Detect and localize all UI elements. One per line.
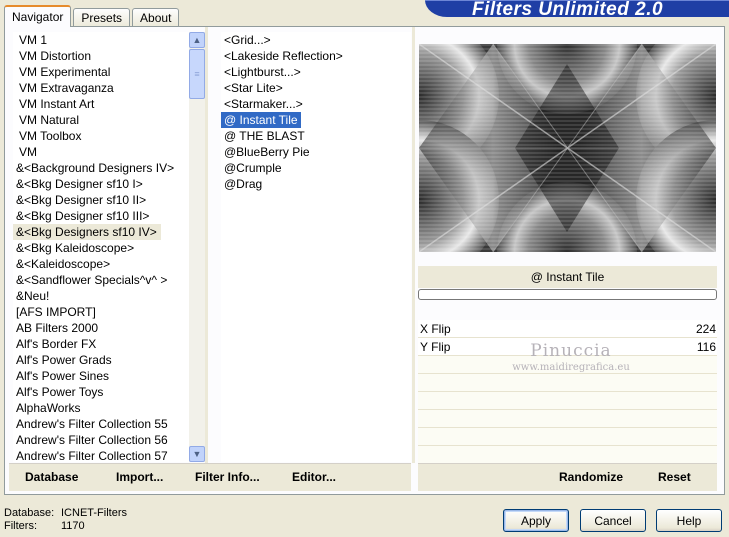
cancel-button[interactable]: Cancel	[580, 509, 646, 532]
filters-label: Filters:	[4, 520, 37, 532]
param-button-strip: Randomize Reset	[418, 463, 717, 491]
category-item[interactable]: &<Bkg Kaleidoscope>	[13, 240, 189, 256]
scroll-up-icon[interactable]: ▲	[189, 32, 205, 48]
panel-divider	[205, 27, 208, 463]
progress-bar	[418, 289, 717, 300]
category-item[interactable]: &<Sandflower Specials^v^ >	[13, 272, 189, 288]
filter-item[interactable]: @ Instant Tile	[221, 112, 301, 128]
scrollbar-thumb[interactable]: ≡	[189, 49, 205, 99]
filter-item[interactable]: @BlueBerry Pie	[221, 144, 411, 160]
category-item[interactable]: VM Instant Art	[13, 96, 189, 112]
tab-about[interactable]: About	[132, 8, 180, 27]
category-item[interactable]: VM Natural	[13, 112, 189, 128]
param-slot-empty	[418, 410, 717, 428]
selected-filter-name: @ Instant Tile	[418, 266, 717, 288]
app-title-banner: Filters Unlimited 2.0	[425, 0, 729, 17]
category-item[interactable]: [AFS IMPORT]	[13, 304, 189, 320]
parameter-panel[interactable]: X Flip 224 Y Flip 116	[418, 320, 717, 464]
category-item[interactable]: &<Bkg Designer sf10 III>	[13, 208, 189, 224]
category-item[interactable]: AlphaWorks	[13, 400, 189, 416]
category-item[interactable]: VM Toolbox	[13, 128, 189, 144]
category-item[interactable]: Alf's Power Grads	[13, 352, 189, 368]
category-item[interactable]: VM	[13, 144, 189, 160]
tab-presets[interactable]: Presets	[73, 8, 131, 27]
reset-button[interactable]: Reset	[658, 470, 691, 484]
category-item[interactable]: &<Background Designers IV>	[13, 160, 189, 176]
category-item[interactable]: VM Distortion	[13, 48, 189, 64]
filter-item[interactable]: <Lightburst...>	[221, 64, 411, 80]
param-y-flip[interactable]: Y Flip 116	[418, 338, 717, 356]
database-button[interactable]: Database	[25, 470, 78, 484]
category-item[interactable]: Alf's Border FX	[13, 336, 189, 352]
database-label: Database:	[4, 507, 55, 519]
import-button[interactable]: Import...	[116, 470, 163, 484]
filters-count: 1170	[61, 520, 85, 532]
category-item[interactable]: &<Bkg Designer sf10 II>	[13, 192, 189, 208]
filter-item[interactable]: @Crumple	[221, 160, 411, 176]
database-value: ICNET-Filters	[61, 507, 127, 519]
category-item[interactable]: &Neu!	[13, 288, 189, 304]
status-info: Database: ICNET-Filters Filters: 1170	[4, 507, 127, 533]
filter-list[interactable]: <Grid...> <Lakeside Reflection> <Lightburs…	[221, 32, 411, 462]
category-list[interactable]: VM 1 VM Distortion VM Experimental VM Extra…	[13, 32, 189, 462]
filter-item[interactable]: @Drag	[221, 176, 411, 192]
param-slot-empty	[418, 356, 717, 374]
tab-navigator[interactable]: Navigator	[4, 5, 72, 27]
param-slot-empty	[418, 446, 717, 464]
filter-item[interactable]: <Starmaker...>	[221, 96, 411, 112]
param-x-flip[interactable]: X Flip 224	[418, 320, 717, 338]
param-value: 116	[696, 340, 716, 354]
filter-item[interactable]: <Grid...>	[221, 32, 411, 48]
filter-item[interactable]: @ THE BLAST	[221, 128, 411, 144]
category-item[interactable]: Alf's Power Toys	[13, 384, 189, 400]
list-button-strip: Database Import... Filter Info... Editor…	[9, 463, 411, 491]
help-button[interactable]: Help	[656, 509, 722, 532]
filter-item[interactable]: <Star Lite>	[221, 80, 411, 96]
filter-preview-image	[419, 44, 716, 252]
scroll-down-icon[interactable]: ▼	[189, 446, 205, 462]
param-label: Y Flip	[420, 340, 451, 354]
panel-divider	[412, 27, 415, 463]
editor-button[interactable]: Editor...	[292, 470, 336, 484]
randomize-button[interactable]: Randomize	[559, 470, 623, 484]
category-item[interactable]: AB Filters 2000	[13, 320, 189, 336]
filter-item[interactable]: <Lakeside Reflection>	[221, 48, 411, 64]
param-slot-empty	[418, 374, 717, 392]
category-item[interactable]: Andrew's Filter Collection 55	[13, 416, 189, 432]
category-item[interactable]: VM 1	[13, 32, 189, 48]
param-value: 224	[695, 322, 716, 336]
tab-strip: Navigator Presets About	[4, 5, 181, 27]
category-item[interactable]: &<Kaleidoscope>	[13, 256, 189, 272]
category-item[interactable]: VM Extravaganza	[13, 80, 189, 96]
apply-button[interactable]: Apply	[503, 509, 569, 532]
category-item[interactable]: Andrew's Filter Collection 57	[13, 448, 189, 462]
category-item[interactable]: &<Bkg Designers sf10 IV>	[13, 224, 161, 240]
category-item[interactable]: VM Experimental	[13, 64, 189, 80]
category-item[interactable]: &<Bkg Designer sf10 I>	[13, 176, 189, 192]
category-scrollbar[interactable]: ▲ ≡ ▼	[189, 32, 205, 462]
param-label: X Flip	[420, 322, 451, 336]
category-item[interactable]: Andrew's Filter Collection 56	[13, 432, 189, 448]
param-slot-empty	[418, 428, 717, 446]
filter-info-button[interactable]: Filter Info...	[195, 470, 260, 484]
category-item[interactable]: Alf's Power Sines	[13, 368, 189, 384]
param-slot-empty	[418, 392, 717, 410]
